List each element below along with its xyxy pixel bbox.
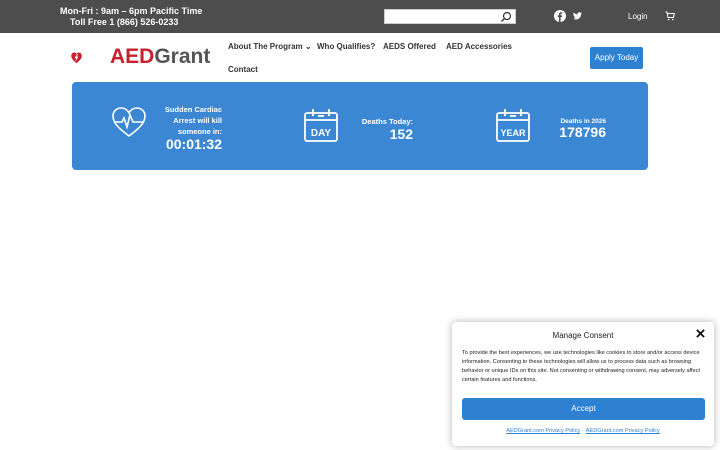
twitter-icon[interactable] bbox=[573, 12, 582, 20]
deaths-year-value: 178796 bbox=[559, 124, 606, 140]
nav-aeds-offered[interactable]: AEDS Offered bbox=[383, 42, 436, 51]
heartbeat-icon bbox=[112, 107, 146, 138]
aedgrant-logo-icon[interactable] bbox=[71, 37, 111, 79]
privacy-policy-link[interactable]: AEDGrant.com Privacy Policy bbox=[506, 428, 580, 434]
logo-text[interactable]: AEDGrant bbox=[110, 45, 210, 69]
search-input[interactable] bbox=[384, 9, 516, 24]
nav-aed-accessories[interactable]: AED Accessories bbox=[446, 42, 512, 51]
deaths-today-value: 152 bbox=[389, 126, 413, 142]
phone-text: Toll Free 1 (866) 526-0233 bbox=[70, 17, 179, 27]
arrest-timer: 00:01:32 bbox=[165, 136, 222, 152]
arrest-label: Sudden Cardiac Arrest will kill someone … bbox=[164, 105, 222, 136]
facebook-icon[interactable] bbox=[554, 10, 566, 22]
consent-dialog: Manage Consent To provide the best exper… bbox=[452, 322, 714, 446]
cart-icon[interactable] bbox=[665, 11, 675, 21]
close-icon[interactable] bbox=[696, 329, 705, 338]
nav-contact[interactable]: Contact bbox=[228, 65, 258, 74]
hours-text: Mon-Fri : 9am – 6pm Pacific Time bbox=[60, 6, 203, 16]
apply-today-button[interactable]: Apply Today bbox=[590, 47, 643, 69]
search-icon[interactable] bbox=[500, 11, 512, 23]
login-link[interactable]: Login bbox=[628, 12, 648, 21]
logo-text-aed: AED bbox=[110, 45, 155, 68]
nav-who-qualifies[interactable]: Who Qualifies? bbox=[317, 42, 375, 51]
accept-button[interactable]: Accept bbox=[462, 398, 705, 420]
consent-links: AEDGrant.com Privacy Policy AEDGrant.com… bbox=[452, 428, 714, 434]
privacy-policy-link[interactable]: AEDGrant.com Privacy Policy bbox=[586, 428, 660, 434]
year-calendar-icon: YEAR bbox=[496, 109, 530, 142]
day-calendar-icon: DAY bbox=[304, 109, 338, 142]
consent-body: To provide the best experiences, we use … bbox=[462, 350, 701, 383]
consent-title: Manage Consent bbox=[552, 331, 614, 340]
nav-about-the-program[interactable]: About The Program ⌄ bbox=[228, 42, 312, 51]
top-bar: Mon-Fri : 9am – 6pm Pacific Time Toll Fr… bbox=[0, 0, 720, 33]
business-hours: Mon-Fri : 9am – 6pm Pacific Time Toll Fr… bbox=[60, 6, 202, 28]
logo-text-grant: Grant bbox=[154, 45, 211, 68]
day-icon-label: DAY bbox=[311, 128, 332, 139]
year-icon-label: YEAR bbox=[500, 128, 526, 138]
statistics-panel: Sudden Cardiac Arrest will kill someone … bbox=[72, 82, 648, 170]
